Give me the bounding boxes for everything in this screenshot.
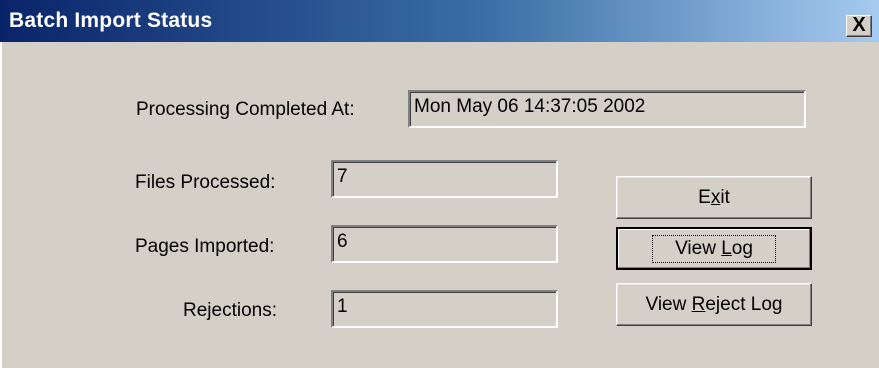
rejections-field: 1 (331, 290, 558, 328)
view-reject-log-button[interactable]: View Reject Log (616, 283, 812, 326)
title-bar: Batch Import Status X (0, 0, 879, 42)
close-icon: X (852, 14, 866, 36)
view-log-button[interactable]: View Log (616, 227, 812, 270)
rejections-label: Rejections: (183, 300, 277, 321)
files-processed-label: Files Processed: (135, 172, 276, 193)
view-log-button-label: View Log (652, 234, 776, 263)
exit-button[interactable]: Exit (616, 176, 812, 219)
exit-button-label: Exit (698, 186, 730, 208)
files-processed-field: 7 (331, 160, 558, 198)
dialog-body: Processing Completed At: Mon May 06 14:3… (0, 42, 879, 368)
view-reject-log-button-label: View Reject Log (645, 293, 783, 315)
pages-imported-field: 6 (331, 225, 558, 263)
window-title: Batch Import Status (9, 9, 213, 32)
close-button[interactable]: X (846, 15, 872, 37)
pages-imported-label: Pages Imported: (135, 236, 275, 257)
processing-completed-field: Mon May 06 14:37:05 2002 (408, 90, 806, 128)
processing-completed-label: Processing Completed At: (136, 99, 355, 120)
